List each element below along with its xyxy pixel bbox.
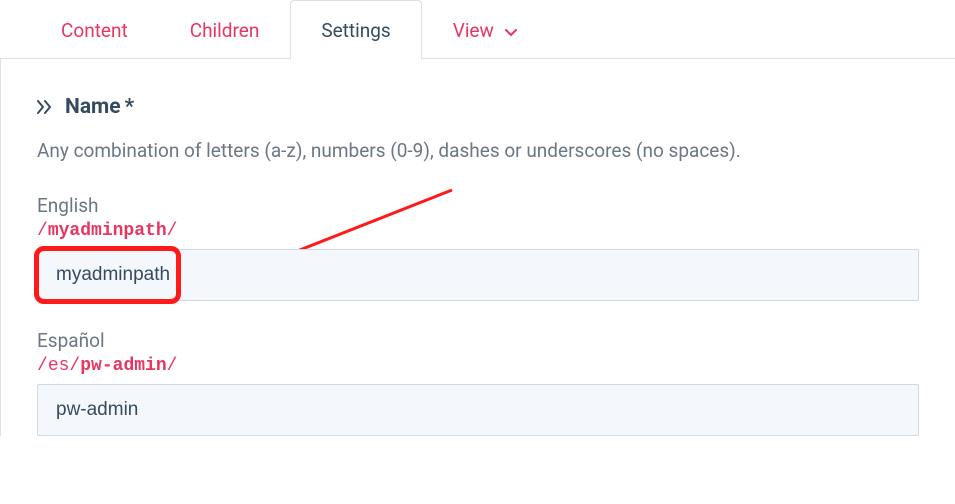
expand-right-icon — [37, 95, 55, 119]
tab-content[interactable]: Content — [30, 0, 159, 59]
tab-view-label: View — [453, 19, 494, 42]
field-title: Name — [65, 95, 121, 119]
field-description: Any combination of letters (a-z), number… — [37, 139, 919, 162]
tab-settings[interactable]: Settings — [290, 0, 421, 60]
url-segment-bold: myadminpath — [48, 221, 167, 241]
url-segment-light: es — [48, 356, 70, 376]
url-path: /es/pw-admin/ — [37, 356, 919, 376]
url-segment-bold: pw-admin — [80, 356, 166, 376]
lang-block-english: English /myadminpath/ — [37, 194, 919, 301]
url-path: /myadminpath/ — [37, 221, 919, 241]
required-indicator: * — [125, 95, 135, 119]
chevron-down-icon — [505, 19, 517, 42]
settings-panel: Name * Any combination of letters (a-z),… — [0, 58, 955, 436]
tab-bar: Content Children Settings View — [0, 0, 955, 59]
name-input-english[interactable] — [37, 249, 919, 301]
lang-label: English — [37, 194, 919, 217]
tab-view[interactable]: View — [422, 0, 548, 59]
lang-label: Español — [37, 329, 919, 352]
name-input-espanol[interactable] — [37, 384, 919, 436]
lang-block-espanol: Español /es/pw-admin/ — [37, 329, 919, 436]
tab-children[interactable]: Children — [159, 0, 291, 59]
field-header[interactable]: Name * — [37, 95, 919, 119]
